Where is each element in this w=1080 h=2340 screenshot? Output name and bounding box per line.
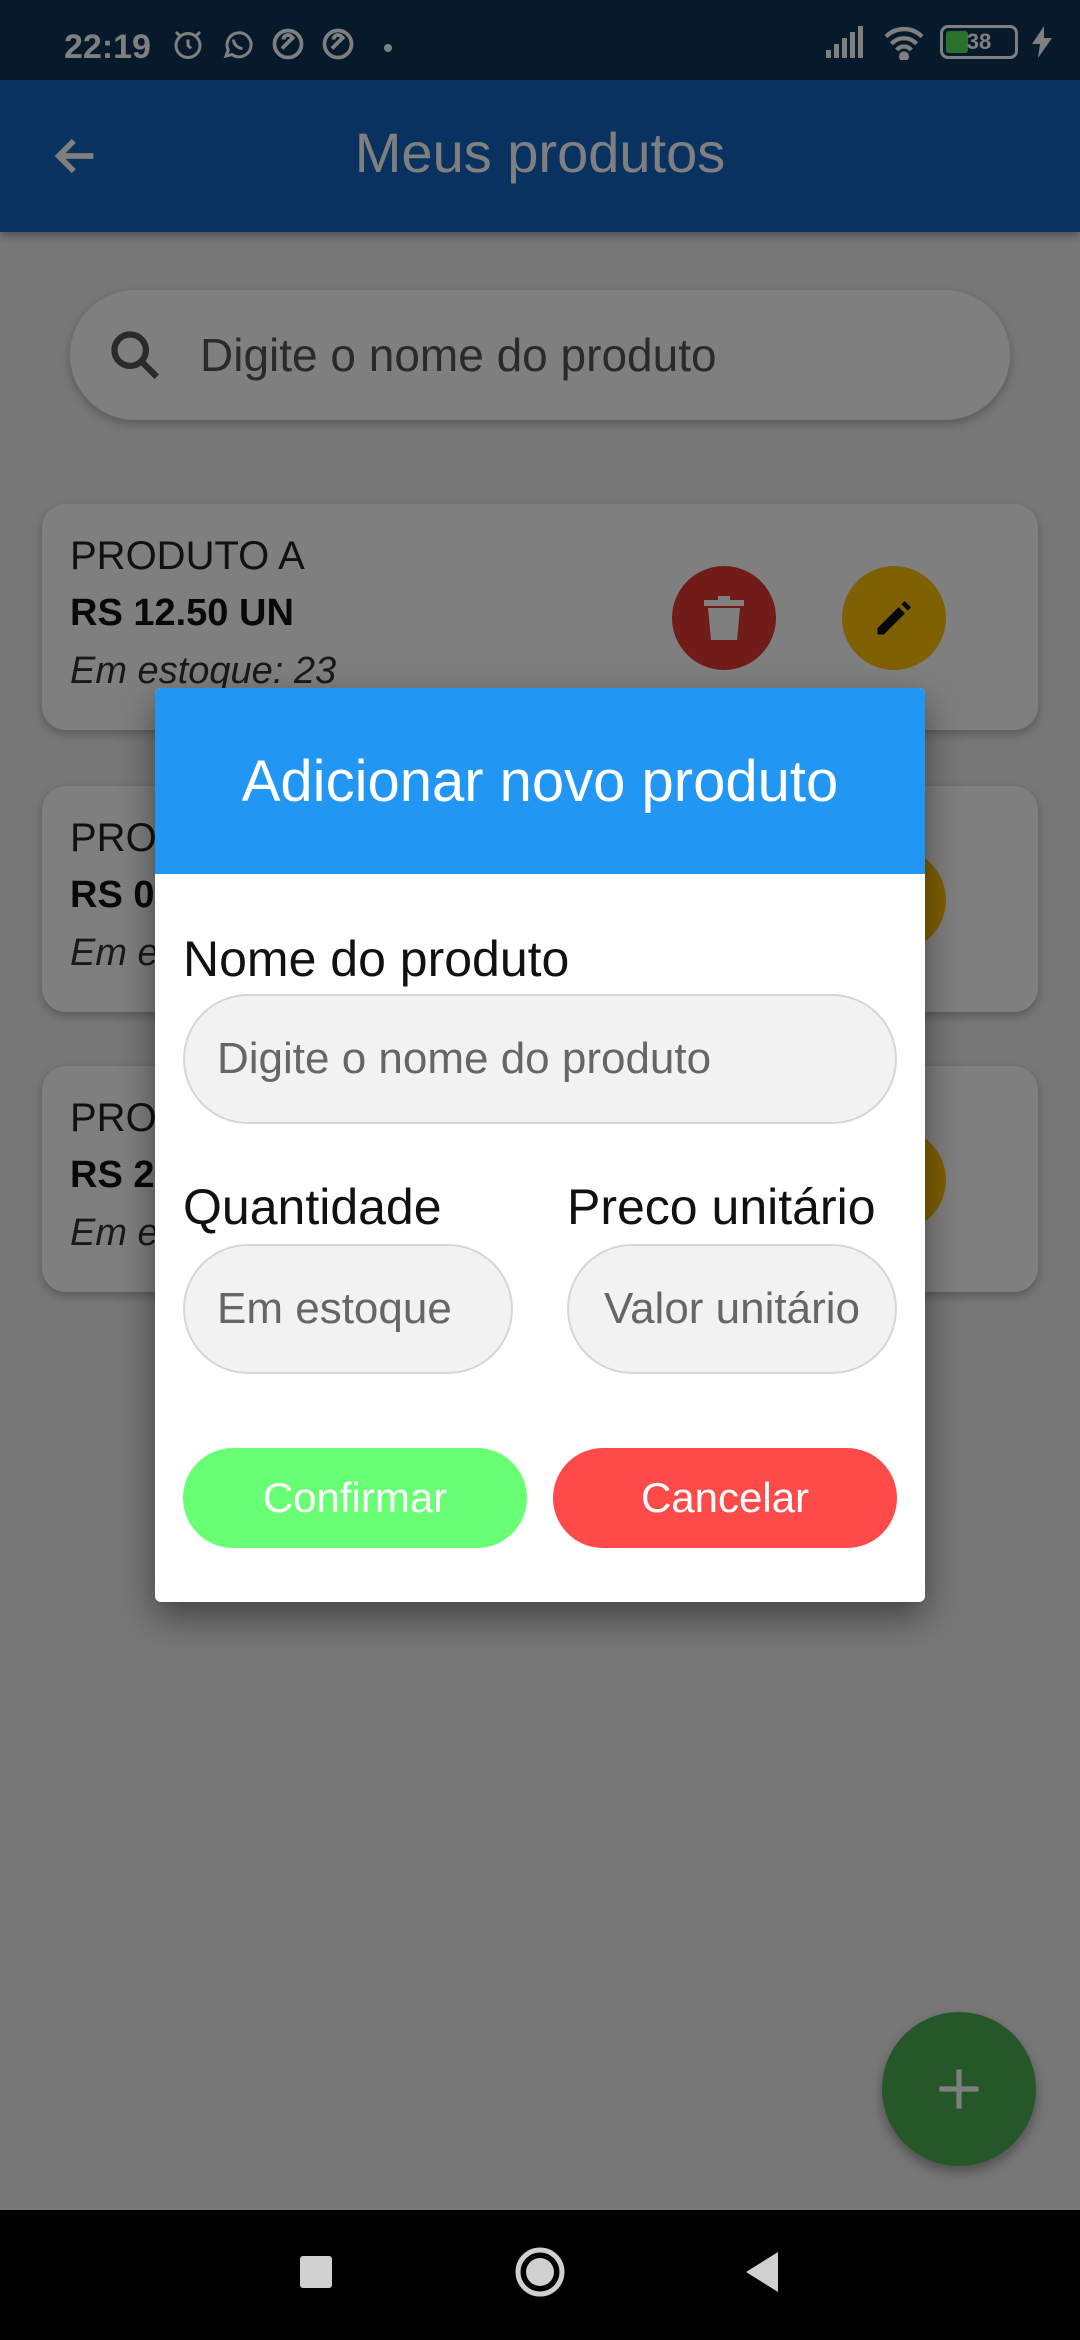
confirm-button[interactable]: Confirmar: [183, 1448, 527, 1548]
unit-price-field[interactable]: [567, 1244, 897, 1374]
dialog-title: Adicionar novo produto: [241, 748, 839, 814]
add-product-dialog: Adicionar novo produto Nome do produto Q…: [155, 688, 925, 1602]
product-name-field[interactable]: [183, 994, 897, 1124]
system-nav-bar: [0, 2210, 1080, 2340]
cancel-button[interactable]: Cancelar: [553, 1448, 897, 1548]
circle-home-icon[interactable]: [514, 2246, 566, 2298]
unit-price-label: Preco unitário: [567, 1179, 876, 1235]
square-icon[interactable]: [300, 2256, 332, 2288]
triangle-back-icon[interactable]: [742, 2248, 782, 2296]
product-name-label: Nome do produto: [183, 931, 570, 987]
quantity-label: Quantidade: [183, 1179, 442, 1235]
quantity-field[interactable]: [183, 1244, 513, 1374]
dialog-header: Adicionar novo produto: [155, 688, 925, 874]
